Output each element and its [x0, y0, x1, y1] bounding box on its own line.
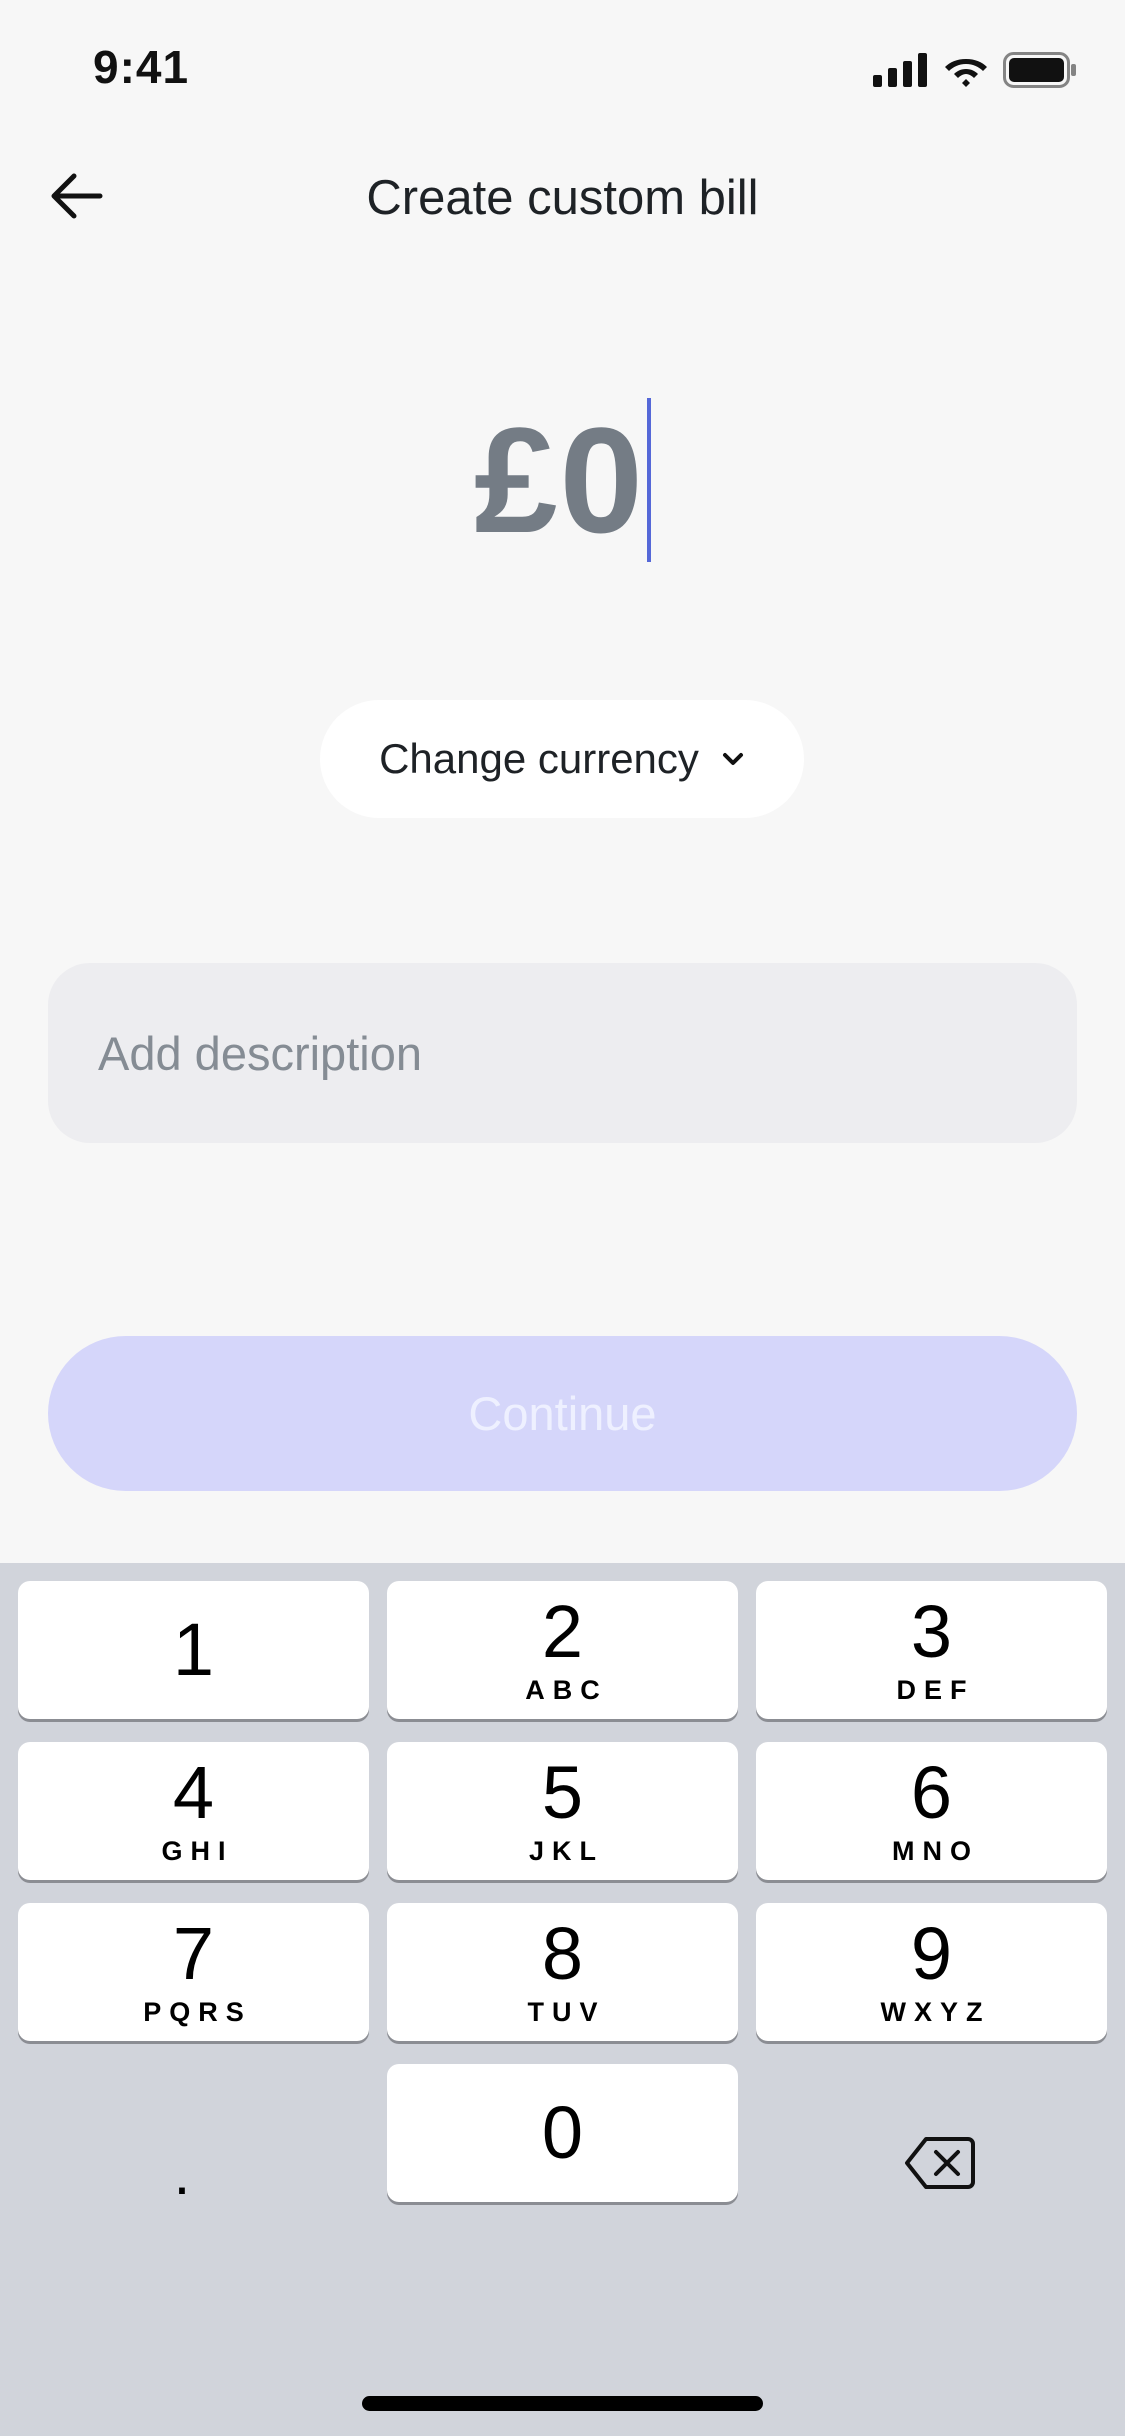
change-currency-button[interactable]: Change currency: [320, 700, 804, 818]
key-decimal[interactable]: .: [132, 2123, 232, 2223]
key-digit: 5: [541, 1750, 584, 1834]
key-letters: DEF: [896, 1674, 975, 1705]
battery-icon: [1003, 52, 1076, 88]
status-icons: [873, 50, 1077, 90]
description-input[interactable]: [96, 1024, 1077, 1082]
home-indicator: [362, 2396, 763, 2411]
change-currency-label: Change currency: [379, 735, 699, 782]
key-digit: 2: [541, 1589, 584, 1673]
continue-button[interactable]: Continue: [48, 1336, 1077, 1491]
key-4[interactable]: 4 GHI: [18, 1742, 369, 1880]
key-0[interactable]: 0: [387, 2064, 738, 2202]
page-title: Create custom bill: [366, 171, 759, 225]
key-letters: MNO: [892, 1835, 979, 1866]
cellular-signal-icon: [873, 53, 927, 87]
key-letters: PQRS: [143, 1996, 252, 2027]
key-8[interactable]: 8 TUV: [387, 1903, 738, 2041]
key-digit: 8: [541, 1911, 584, 1995]
key-letters: TUV: [527, 1996, 606, 2027]
key-digit: 9: [910, 1911, 953, 1995]
key-7[interactable]: 7 PQRS: [18, 1903, 369, 2041]
chevron-down-icon: [722, 753, 743, 765]
wifi-icon: [945, 59, 987, 87]
key-letters: GHI: [161, 1835, 234, 1866]
key-9[interactable]: 9 WXYZ: [756, 1903, 1107, 2041]
key-digit: 4: [172, 1750, 215, 1834]
backspace-icon: [905, 2137, 975, 2189]
key-digit: 0: [541, 2091, 584, 2174]
amount-value: £0: [474, 396, 645, 564]
key-6[interactable]: 6 MNO: [756, 1742, 1107, 1880]
key-5[interactable]: 5 JKL: [387, 1742, 738, 1880]
text-caret: [646, 398, 651, 562]
key-letters: ABC: [525, 1674, 608, 1705]
numeric-keypad: 1 2 ABC 3 DEF 4 GHI 5 JKL 6 MNO 7 PQRS 8…: [0, 1563, 1125, 2436]
amount-display[interactable]: £0: [0, 398, 1125, 562]
key-letters: JKL: [528, 1835, 604, 1866]
description-field[interactable]: [48, 963, 1077, 1143]
status-time: 9:41: [93, 41, 190, 93]
key-digit: 6: [910, 1750, 953, 1834]
key-letters: WXYZ: [880, 1996, 991, 2027]
key-1[interactable]: 1: [18, 1581, 369, 1719]
key-digit: 3: [910, 1589, 953, 1673]
delete-key[interactable]: [880, 2093, 1000, 2233]
key-digit: 7: [172, 1911, 215, 1995]
key-3[interactable]: 3 DEF: [756, 1581, 1107, 1719]
key-digit: 1: [172, 1608, 215, 1691]
key-2[interactable]: 2 ABC: [387, 1581, 738, 1719]
